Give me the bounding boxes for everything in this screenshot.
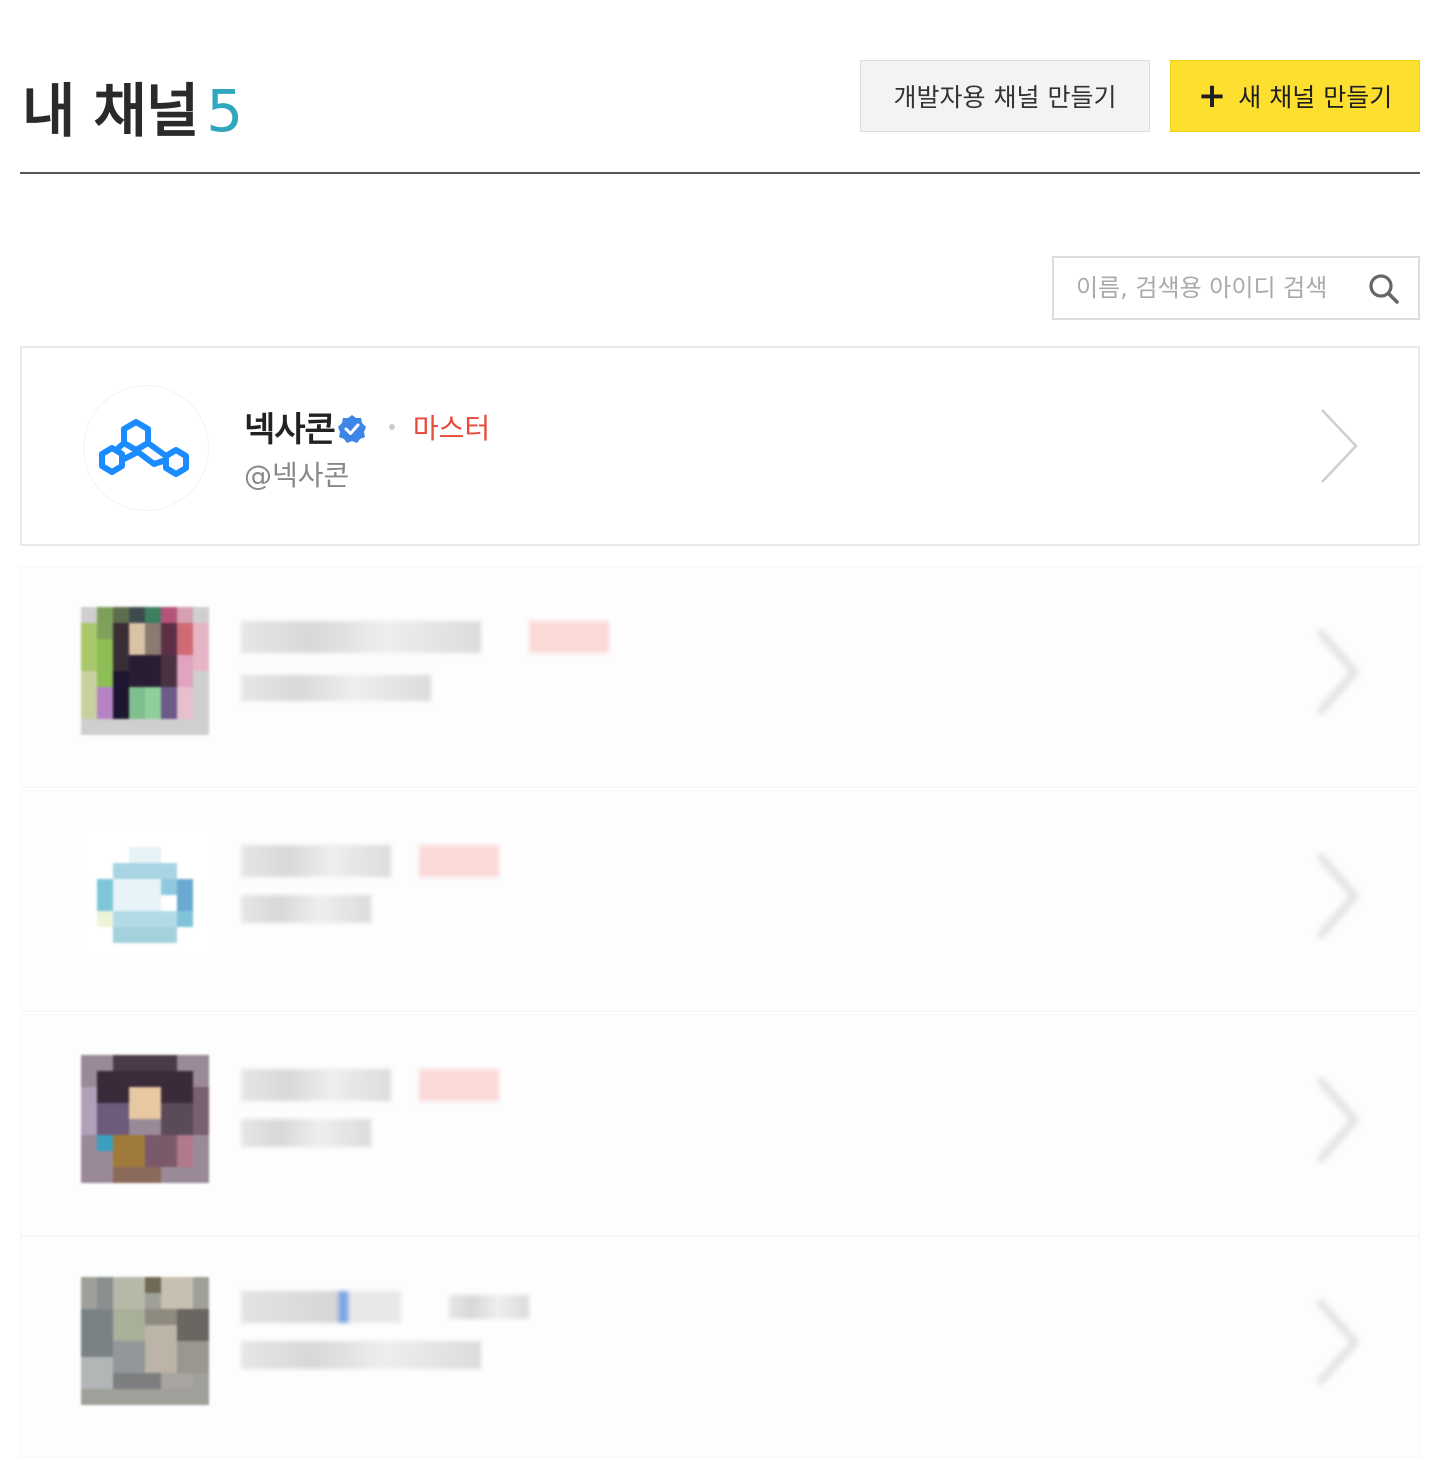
verified-badge-icon: [337, 414, 366, 443]
blurred-role: [419, 845, 499, 877]
blurred-handle: [241, 895, 371, 923]
chevron-right-icon[interactable]: [1318, 406, 1362, 486]
blurred-handle: [241, 1119, 371, 1147]
blurred-handle: [241, 1341, 481, 1369]
blurred-name: [241, 621, 481, 653]
channel-avatar: [84, 386, 208, 510]
chevron-right-icon[interactable]: [1315, 627, 1359, 717]
blurred-name: [241, 1291, 401, 1323]
page-title: 내 채널 5: [22, 64, 243, 148]
create-new-channel-button[interactable]: + 새 채널 만들기: [1170, 60, 1420, 132]
channel-name-row: 넥사콘 마스터: [244, 402, 490, 451]
create-new-channel-label: 새 채널 만들기: [1238, 83, 1393, 112]
search-input[interactable]: [1076, 274, 1366, 302]
channel-card-blurred[interactable]: [20, 1014, 1420, 1236]
avatar-censored: [81, 1055, 209, 1183]
chevron-right-icon[interactable]: [1315, 1075, 1359, 1165]
channel-card-blurred[interactable]: [20, 790, 1420, 1012]
channel-count: 5: [206, 77, 243, 145]
blurred-role: [529, 621, 609, 653]
page-title-text: 내 채널: [22, 77, 199, 145]
blurred-name: [241, 845, 391, 877]
channel-card-blurred[interactable]: [20, 566, 1420, 788]
channel-handle: @넥사콘: [244, 459, 350, 492]
avatar-censored: [81, 1277, 209, 1405]
avatar-censored: [81, 831, 209, 959]
blurred-handle: [241, 675, 431, 701]
channel-card-blurred[interactable]: [20, 1236, 1420, 1458]
avatar-censored: [81, 607, 209, 735]
create-dev-channel-button[interactable]: 개발자용 채널 만들기: [860, 60, 1150, 132]
blurred-role: [449, 1295, 529, 1319]
blurred-role: [419, 1069, 499, 1101]
plus-icon: +: [1197, 76, 1227, 116]
nexacon-logo-icon: [99, 419, 189, 477]
chevron-right-icon[interactable]: [1315, 1297, 1359, 1387]
channel-name: 넥사콘: [244, 410, 336, 450]
channel-role: 마스터: [412, 411, 491, 445]
chevron-right-icon[interactable]: [1315, 851, 1359, 941]
separator-dot: [388, 423, 395, 430]
blurred-name: [241, 1069, 391, 1101]
page-header: 내 채널 5 개발자용 채널 만들기 + 새 채널 만들기: [20, 0, 1420, 174]
channel-card[interactable]: 넥사콘 마스터 @넥사콘: [20, 346, 1420, 546]
search-box: [1052, 256, 1420, 320]
create-dev-channel-label: 개발자용 채널 만들기: [893, 83, 1117, 112]
search-icon[interactable]: [1368, 273, 1400, 305]
